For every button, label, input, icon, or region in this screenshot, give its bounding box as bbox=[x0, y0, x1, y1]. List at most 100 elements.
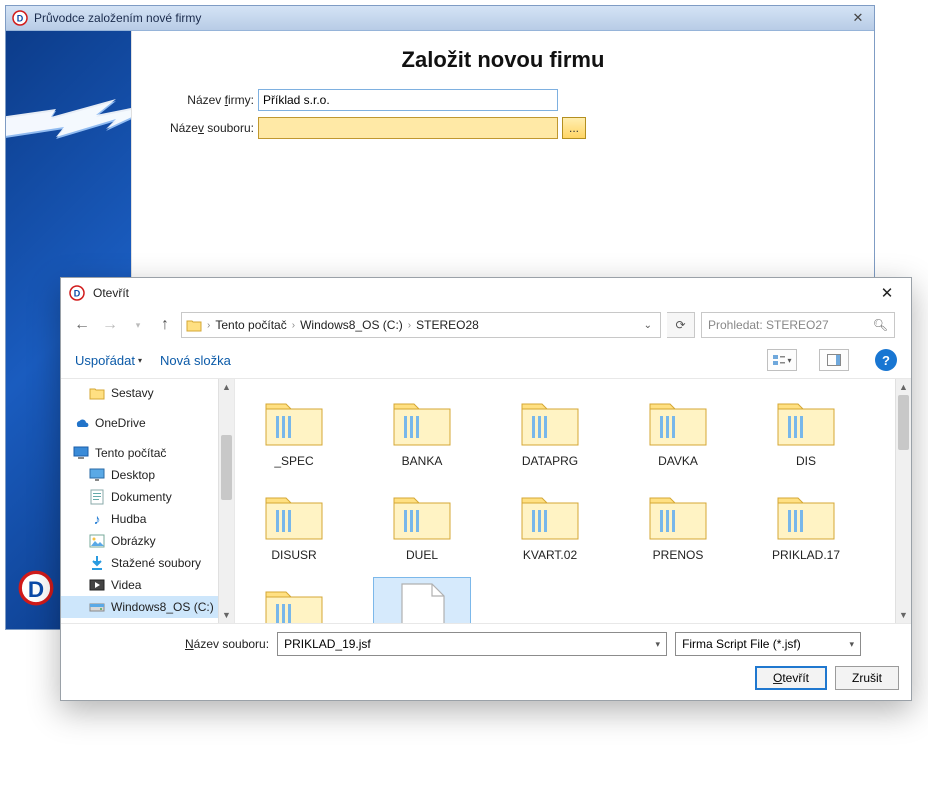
folder-item[interactable]: KVART.02 bbox=[501, 483, 599, 567]
breadcrumb[interactable]: › Tento počítač › Windows8_OS (C:) › STE… bbox=[181, 312, 661, 338]
nav-history-dropdown[interactable]: ▾ bbox=[127, 314, 149, 336]
scroll-down-button[interactable]: ▼ bbox=[219, 607, 234, 623]
tree-item-label: Tento počítač bbox=[95, 446, 166, 460]
folder-icon bbox=[646, 394, 710, 450]
scroll-thumb[interactable] bbox=[898, 395, 909, 450]
browse-button[interactable]: ... bbox=[562, 117, 586, 139]
dialog-close-button[interactable]: ✕ bbox=[871, 281, 903, 305]
chevron-down-icon[interactable]: ▾ bbox=[850, 639, 855, 650]
tree-item-label: Stažené soubory bbox=[111, 556, 201, 570]
breadcrumb-item[interactable]: Windows8_OS (C:) bbox=[298, 318, 405, 332]
scroll-down-button[interactable]: ▼ bbox=[896, 607, 911, 623]
breadcrumb-item[interactable]: Tento počítač bbox=[213, 318, 288, 332]
breadcrumb-item[interactable]: STEREO28 bbox=[414, 318, 481, 332]
folder-tree: Sestavy OneDrive Tento počítač DesktopDokum… bbox=[61, 379, 235, 623]
wizard-close-button[interactable]: ✕ bbox=[848, 9, 868, 27]
dialog-nav: ← → ▾ ↑ › Tento počítač › Windows8_OS (C… bbox=[61, 308, 911, 342]
file-name-label: DUEL bbox=[406, 548, 438, 562]
firm-name-label: Název firmy: bbox=[148, 93, 258, 107]
tree-item[interactable]: ♪Hudba bbox=[61, 508, 234, 530]
search-icon[interactable]: 🔍︎ bbox=[873, 318, 888, 332]
file-name-label: BANKA bbox=[402, 454, 443, 468]
filename-input[interactable]: PRIKLAD_19.jsf ▾ bbox=[277, 632, 667, 656]
tree-item[interactable]: Tento počítač bbox=[61, 442, 234, 464]
folder-icon bbox=[774, 394, 838, 450]
nav-forward-button[interactable]: → bbox=[99, 314, 121, 336]
folder-icon bbox=[774, 488, 838, 544]
app-icon: D bbox=[12, 10, 28, 26]
tree-item[interactable]: Stažené soubory bbox=[61, 552, 234, 574]
tree-item[interactable]: OneDrive bbox=[61, 412, 234, 434]
breadcrumb-expand[interactable]: ⌄ bbox=[638, 320, 658, 331]
firm-name-input[interactable] bbox=[258, 89, 558, 111]
tree-item-label: OneDrive bbox=[95, 416, 146, 430]
folder-item[interactable]: DUEL bbox=[373, 483, 471, 567]
file-name-label: DISUSR bbox=[271, 548, 316, 562]
preview-pane-button[interactable] bbox=[819, 349, 849, 371]
scroll-up-button[interactable]: ▲ bbox=[896, 379, 911, 395]
firm-name-row: Název firmy: bbox=[148, 89, 858, 111]
tree-item[interactable]: Desktop bbox=[61, 464, 234, 486]
folder-icon bbox=[89, 385, 105, 401]
tree-item[interactable]: Sestavy bbox=[61, 382, 234, 404]
chevron-right-icon: › bbox=[204, 320, 213, 331]
folder-item[interactable]: DATAPRG bbox=[501, 389, 599, 473]
new-folder-button[interactable]: Nová složka bbox=[160, 353, 231, 368]
folder-item[interactable]: DAVKA bbox=[629, 389, 727, 473]
help-button[interactable]: ? bbox=[875, 349, 897, 371]
tree-item[interactable]: Obrázky bbox=[61, 530, 234, 552]
file-type-filter[interactable]: Firma Script File (*.jsf) ▾ bbox=[675, 632, 861, 656]
organize-button[interactable]: Uspořádat▾ bbox=[75, 353, 142, 368]
app-icon: D bbox=[69, 285, 85, 301]
tree-item-label: Windows8_OS (C:) bbox=[111, 600, 214, 614]
folder-icon bbox=[390, 488, 454, 544]
dialog-bottom: Název souboru: PRIKLAD_19.jsf ▾ Firma Sc… bbox=[61, 624, 911, 700]
cancel-button[interactable]: Zrušit bbox=[835, 666, 899, 690]
file-name-label: PRIKLAD.17 bbox=[772, 548, 840, 562]
file-name-row: Název souboru: ... bbox=[148, 117, 858, 139]
folder-icon bbox=[262, 394, 326, 450]
wizard-title: Průvodce založením nové firmy bbox=[34, 11, 201, 25]
scroll-thumb[interactable] bbox=[221, 435, 232, 500]
vertical-scrollbar[interactable]: ▲ ▼ bbox=[895, 379, 911, 623]
folder-item[interactable]: _SPEC bbox=[245, 389, 343, 473]
tree-item-label: Videa bbox=[111, 578, 141, 592]
downloads-icon bbox=[89, 555, 105, 571]
tree-item[interactable]: Videa bbox=[61, 574, 234, 596]
folder-item[interactable]: DISUSR bbox=[245, 483, 343, 567]
svg-text:D: D bbox=[74, 289, 81, 299]
svg-text:D: D bbox=[17, 14, 24, 24]
folder-icon bbox=[518, 488, 582, 544]
file-name-label: _SPEC bbox=[274, 454, 313, 468]
docs-icon bbox=[89, 489, 105, 505]
folder-item[interactable]: PRIKLAD.17 bbox=[757, 483, 855, 567]
file-name-label: KVART.02 bbox=[523, 548, 577, 562]
file-name-label: Název souboru: bbox=[148, 121, 258, 135]
open-button[interactable]: Otevřít bbox=[755, 666, 827, 690]
folder-icon bbox=[518, 394, 582, 450]
search-input[interactable]: Prohledat: STEREO27 🔍︎ bbox=[701, 312, 895, 338]
refresh-button[interactable]: ⟳ bbox=[667, 312, 695, 338]
nav-back-button[interactable]: ← bbox=[71, 314, 93, 336]
desktop-icon bbox=[89, 467, 105, 483]
tree-item[interactable]: Windows8_OS (C:) bbox=[61, 596, 234, 618]
chevron-down-icon[interactable]: ▾ bbox=[656, 639, 661, 650]
tree-item[interactable]: Dokumenty bbox=[61, 486, 234, 508]
nav-up-button[interactable]: ↑ bbox=[155, 315, 175, 335]
file-name-label: DATAPRG bbox=[522, 454, 578, 468]
file-name-input[interactable] bbox=[258, 117, 558, 139]
chevron-down-icon: ▾ bbox=[138, 356, 142, 365]
folder-item[interactable]: PRENOS bbox=[629, 483, 727, 567]
folder-item[interactable]: BANKA bbox=[373, 389, 471, 473]
wizard-titlebar: D Průvodce založením nové firmy ✕ bbox=[6, 6, 874, 31]
file-item[interactable]: PRIKLAD.19 bbox=[373, 577, 471, 623]
videos-icon bbox=[89, 577, 105, 593]
view-mode-button[interactable]: ▾ bbox=[767, 349, 797, 371]
folder-item[interactable]: DIS bbox=[757, 389, 855, 473]
scroll-up-button[interactable]: ▲ bbox=[219, 379, 234, 395]
search-placeholder: Prohledat: STEREO27 bbox=[708, 318, 829, 332]
file-open-dialog: D Otevřít ✕ ← → ▾ ↑ › Tento počítač › Wi… bbox=[60, 277, 912, 701]
vertical-scrollbar[interactable]: ▲▼ bbox=[218, 379, 234, 623]
flash-graphic bbox=[6, 91, 131, 151]
folder-item[interactable]: ZALOHA bbox=[245, 577, 343, 623]
